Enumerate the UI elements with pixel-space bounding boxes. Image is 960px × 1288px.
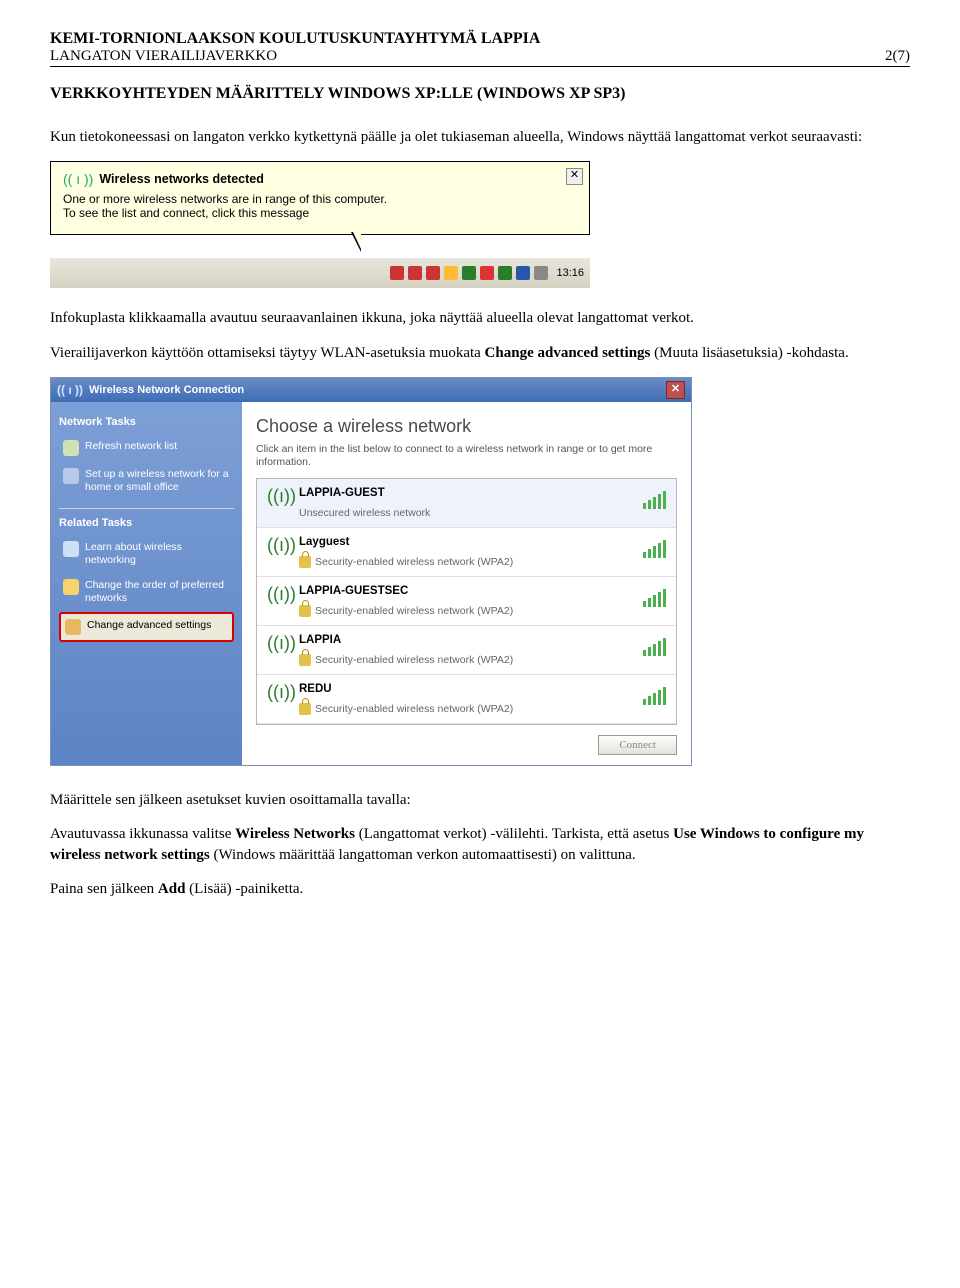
balloon-close-icon[interactable]: ✕ [566, 168, 583, 185]
side-panel: Network Tasks Refresh network list Set u… [51, 402, 242, 765]
signal-strength-icon [643, 685, 667, 705]
network-ssid: REDU [299, 683, 633, 695]
paragraph-6: Paina sen jälkeen Add (Lisää) -painikett… [50, 879, 910, 899]
paragraph-2: Infokuplasta klikkaamalla avautuu seuraa… [50, 308, 910, 328]
balloon-title: Wireless networks detected [99, 172, 264, 186]
taskbar: 13:16 [50, 257, 590, 288]
network-security-text: Security-enabled wireless network (WPA2) [299, 605, 633, 617]
wireless-dialog: (( ı )) Wireless Network Connection ✕ Ne… [50, 377, 692, 766]
tray-icon[interactable] [498, 266, 512, 280]
side-item-label: Change advanced settings [87, 619, 211, 632]
side-divider [59, 508, 234, 509]
network-security-text: Security-enabled wireless network (WPA2) [299, 654, 633, 666]
wifi-icon: (( ı )) [63, 172, 93, 186]
signal-strength-icon [643, 587, 667, 607]
tray-wifi-icon[interactable] [462, 266, 476, 280]
lock-icon [299, 703, 311, 715]
setup-icon [63, 468, 79, 484]
network-security-text: Security-enabled wireless network (WPA2) [299, 703, 633, 715]
network-ssid: LAPPIA-GUESTSEC [299, 585, 633, 597]
side-group-network-tasks: Network Tasks [59, 416, 234, 428]
side-learn-wireless[interactable]: Learn about wireless networking [59, 535, 234, 573]
network-item[interactable]: ((ı)) REDU Security-enabled wireless netwo… [257, 675, 676, 724]
tray-icon[interactable] [390, 266, 404, 280]
doc-header-line1: KEMI-TORNIONLAAKSON KOULUTUSKUNTAYHTYMÄ … [50, 30, 910, 48]
side-group-related-tasks: Related Tasks [59, 517, 234, 529]
signal-strength-icon [643, 538, 667, 558]
star-icon [63, 579, 79, 595]
wifi-icon: (( ı )) [57, 384, 83, 396]
side-refresh-network-list[interactable]: Refresh network list [59, 434, 234, 462]
antenna-icon: ((ı)) [267, 634, 289, 652]
antenna-icon: ((ı)) [267, 585, 289, 603]
antenna-icon: ((ı)) [267, 683, 289, 701]
balloon-line2: To see the list and connect, click this … [63, 206, 577, 220]
tray-icon[interactable] [408, 266, 422, 280]
signal-strength-icon [643, 636, 667, 656]
balloon-line1: One or more wireless networks are in ran… [63, 192, 577, 206]
tray-icon[interactable] [426, 266, 440, 280]
lock-icon [299, 654, 311, 666]
dialog-close-button[interactable]: ✕ [666, 381, 685, 399]
network-item[interactable]: ((ı)) LAPPIA-GUEST Unsecured wireless netw… [257, 479, 676, 528]
antenna-icon: ((ı)) [267, 487, 289, 505]
network-list: ((ı)) LAPPIA-GUEST Unsecured wireless netw… [256, 478, 677, 725]
side-item-label: Set up a wireless network for a home or … [85, 468, 230, 494]
tray-bluetooth-icon[interactable] [516, 266, 530, 280]
refresh-icon [63, 440, 79, 456]
network-item[interactable]: ((ı)) LAPPIA Security-enabled wireless net… [257, 626, 676, 675]
paragraph-4: Määrittele sen jälkeen asetukset kuvien … [50, 790, 910, 810]
section-title: VERKKOYHTEYDEN MÄÄRITTELY WINDOWS XP:LLE… [50, 85, 910, 103]
notification-balloon[interactable]: ✕ (( ı )) Wireless networks detected One… [50, 161, 590, 235]
side-item-label: Refresh network list [85, 440, 177, 453]
taskbar-clock: 13:16 [556, 267, 584, 279]
side-change-advanced-settings[interactable]: Change advanced settings [59, 612, 234, 642]
signal-strength-icon [643, 489, 667, 509]
network-security-text: Unsecured wireless network [299, 507, 633, 519]
antenna-icon: ((ı)) [267, 536, 289, 554]
doc-header-line2-left: LANGATON VIERAILIJAVERKKO [50, 48, 277, 65]
network-item[interactable]: ((ı)) Layguest Security-enabled wireless n… [257, 528, 676, 577]
connect-button[interactable]: Connect [598, 735, 677, 755]
lock-icon [299, 556, 311, 568]
doc-page-number: 2(7) [885, 48, 910, 65]
side-change-order[interactable]: Change the order of preferred networks [59, 573, 234, 611]
dialog-titlebar[interactable]: (( ı )) Wireless Network Connection ✕ [51, 378, 691, 402]
tray-icon[interactable] [444, 266, 458, 280]
network-ssid: LAPPIA [299, 634, 633, 646]
notification-screenshot: ✕ (( ı )) Wireless networks detected One… [50, 161, 590, 288]
balloon-tail [351, 232, 361, 252]
info-icon [63, 541, 79, 557]
choose-network-title: Choose a wireless network [256, 416, 677, 437]
side-item-label: Learn about wireless networking [85, 541, 230, 567]
paragraph-3: Vierailijaverkon käyttöön ottamiseksi tä… [50, 343, 910, 363]
paragraph-5: Avautuvassa ikkunassa valitse Wireless N… [50, 824, 910, 865]
network-ssid: LAPPIA-GUEST [299, 487, 633, 499]
side-item-label: Change the order of preferred networks [85, 579, 230, 605]
network-security-text: Security-enabled wireless network (WPA2) [299, 556, 633, 568]
side-setup-wireless-network[interactable]: Set up a wireless network for a home or … [59, 462, 234, 500]
network-item[interactable]: ((ı)) LAPPIA-GUESTSEC Security-enabled wir… [257, 577, 676, 626]
dialog-title: Wireless Network Connection [89, 384, 244, 396]
main-panel: Choose a wireless network Click an item … [242, 402, 691, 765]
tray-volume-icon[interactable] [534, 266, 548, 280]
tray-icon[interactable] [480, 266, 494, 280]
network-ssid: Layguest [299, 536, 633, 548]
choose-network-desc: Click an item in the list below to conne… [256, 443, 677, 470]
lock-icon [299, 605, 311, 617]
paragraph-1: Kun tietokoneessasi on langaton verkko k… [50, 127, 910, 147]
gear-icon [65, 619, 81, 635]
